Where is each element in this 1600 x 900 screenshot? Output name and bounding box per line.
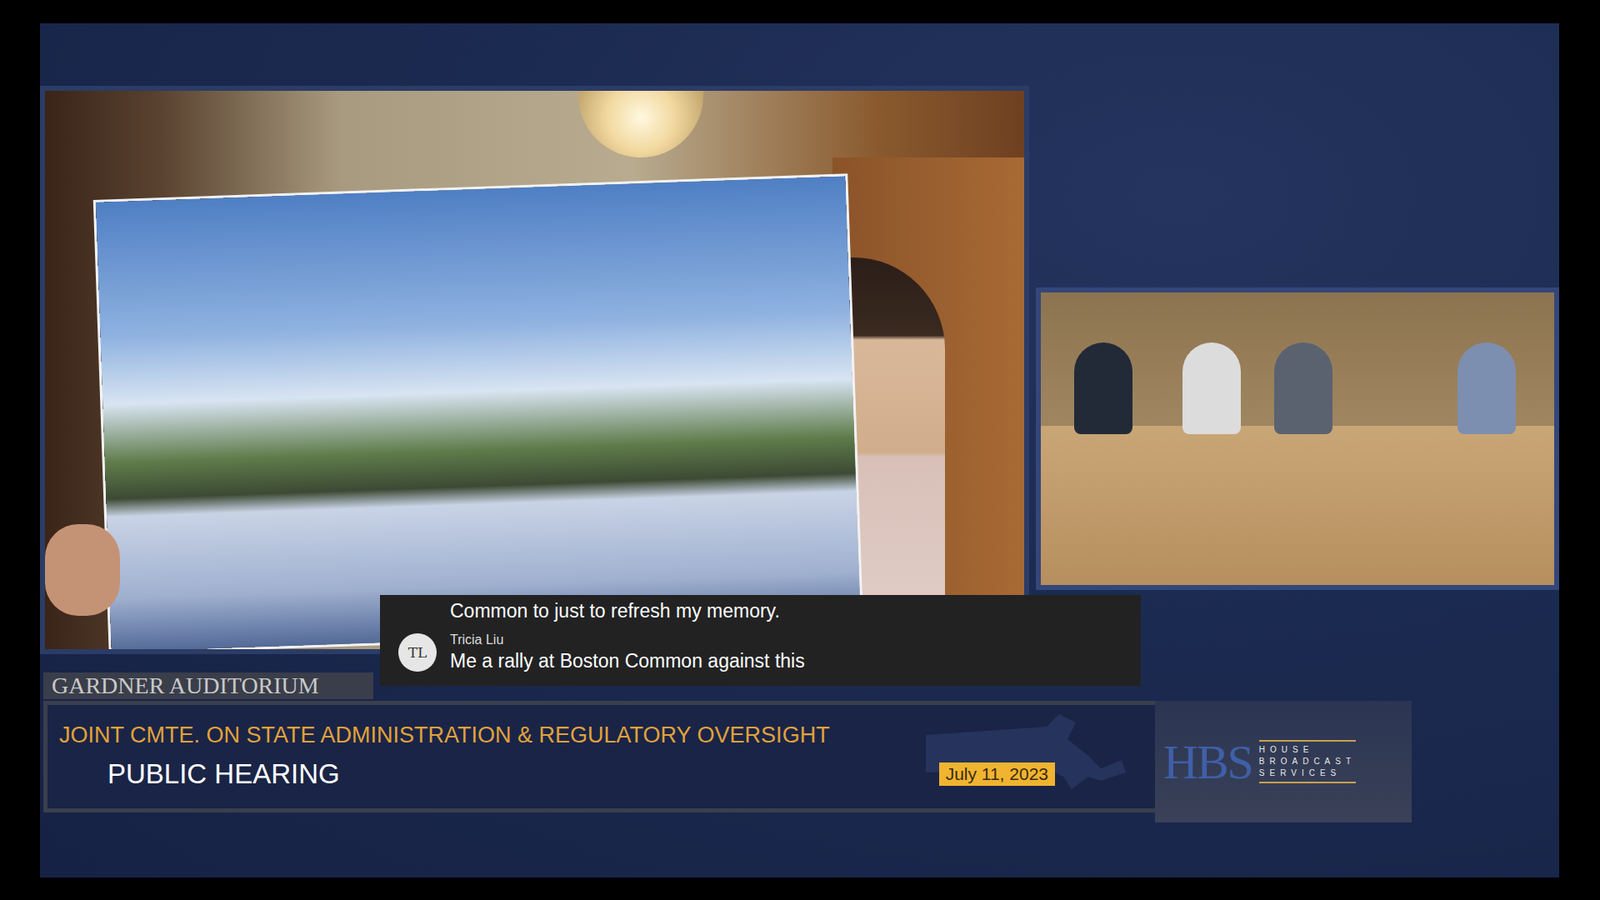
date-badge: July 11, 2023: [939, 762, 1055, 786]
logo-word: HOUSE: [1259, 744, 1356, 756]
committee-member: [1182, 342, 1241, 435]
logo-word: BROADCAST: [1259, 755, 1356, 768]
caption-line: Me a rally at Boston Common against this: [450, 648, 805, 674]
hbs-logo: HBS HOUSEBROADCASTSERVICES: [1155, 700, 1412, 823]
committee-member: [1274, 342, 1333, 435]
event-title: PUBLIC HEARING: [59, 758, 340, 790]
speaker-avatar: TL: [398, 633, 437, 672]
committee-desk: [1040, 425, 1555, 590]
hand: [45, 524, 120, 616]
lower-third: JOINT CMTE. ON STATE ADMINISTRATION & RE…: [43, 700, 1155, 813]
location-tab: GARDNER AUDITORIUM: [43, 672, 374, 700]
logo-word: SERVICES: [1259, 767, 1356, 780]
witness-video-feed: [40, 85, 1030, 655]
ceiling-lamp: [578, 90, 704, 158]
massachusetts-map-icon: [921, 710, 1130, 802]
caption-line: Common to just to refresh my memory.: [398, 598, 1128, 624]
logo-mark: HBS: [1163, 734, 1253, 790]
committee-video-feed: [1035, 287, 1560, 590]
speaker-name: Tricia Liu: [450, 631, 805, 649]
committee-name: JOINT CMTE. ON STATE ADMINISTRATION & RE…: [59, 722, 1145, 749]
committee-member: [1074, 342, 1133, 435]
committee-member: [1457, 342, 1516, 435]
live-captions: Common to just to refresh my memory. TL …: [380, 595, 1141, 686]
rally-photo: [95, 175, 861, 652]
